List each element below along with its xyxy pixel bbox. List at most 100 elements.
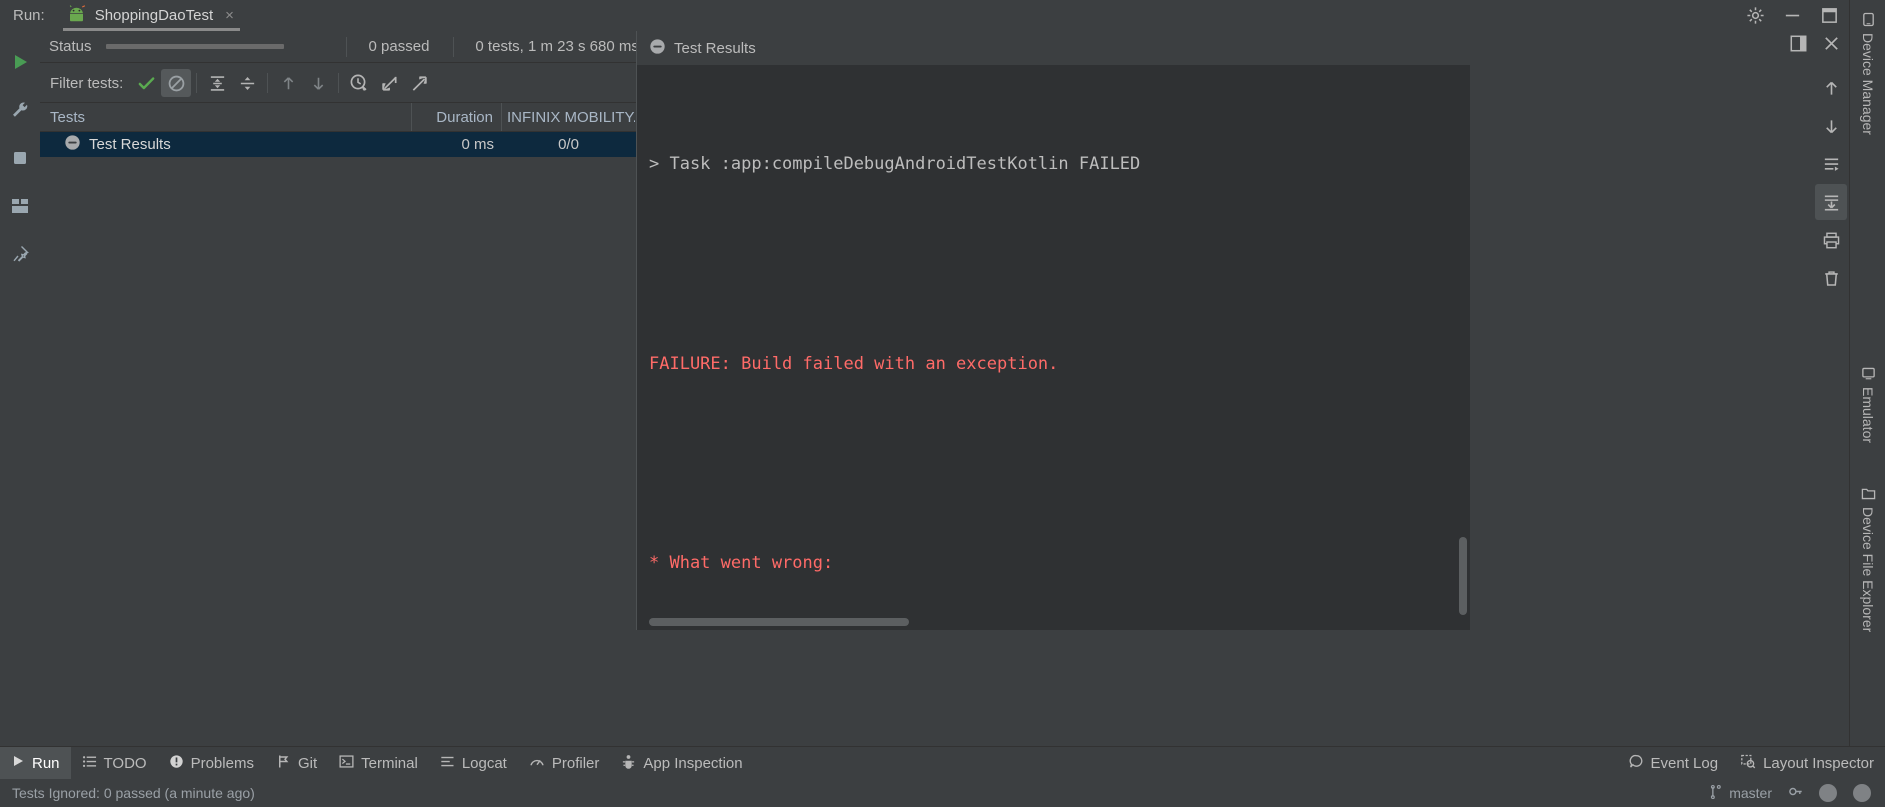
right-tool-rail: Device Manager Emulator Device File Expl… — [1849, 0, 1885, 762]
gear-icon[interactable] — [1746, 6, 1765, 25]
trash-icon — [1824, 270, 1838, 286]
layout-grid-button[interactable] — [0, 182, 40, 230]
previous-failed-test-button[interactable] — [273, 69, 303, 97]
export-tests-button[interactable] — [404, 69, 434, 97]
bottom-tab-profiler[interactable]: Profiler — [518, 747, 611, 780]
bottom-tab-event-log[interactable]: Event Log — [1618, 747, 1730, 780]
stop-button[interactable] — [0, 134, 40, 182]
console-title: Test Results — [674, 39, 756, 57]
console-tool-strip — [1813, 66, 1849, 665]
column-header-device[interactable]: INFINIX MOBILITY... — [502, 103, 635, 131]
bottom-tab-terminal-label: Terminal — [361, 754, 418, 772]
table-row[interactable]: Test Results 0 ms 0/0 — [40, 132, 636, 157]
exclamation-circle-icon — [169, 754, 184, 773]
next-failed-test-button[interactable] — [303, 69, 333, 97]
run-tool-button[interactable] — [0, 38, 40, 86]
run-tab-title: ShoppingDaoTest — [94, 7, 214, 24]
scroll-to-end-button[interactable] — [1815, 184, 1847, 220]
arrow-up-icon — [283, 76, 294, 89]
status-line-text: Tests Ignored: 0 passed (a minute ago) — [12, 785, 255, 801]
device-file-explorer-icon — [1861, 486, 1876, 501]
status-line-right: master — [1709, 784, 1885, 802]
pin-icon — [13, 246, 29, 262]
wrench-icon — [13, 102, 28, 117]
sidebar-item-device-file-explorer[interactable]: Device File Explorer — [1850, 480, 1885, 640]
divider — [267, 73, 269, 93]
bottom-bar-right-group: Event Log Layout Inspector — [1618, 747, 1885, 780]
git-branch-label: master — [1729, 785, 1772, 801]
window-settings-icon[interactable] — [1789, 34, 1808, 57]
bottom-tab-git[interactable]: Git — [265, 747, 328, 780]
console-panel: Test Results > Task :app:compileDebugAnd… — [636, 31, 1470, 630]
close-tab-icon[interactable]: × — [225, 8, 234, 23]
minimize-icon[interactable] — [1783, 6, 1802, 25]
build-tool-button[interactable] — [0, 86, 40, 134]
soft-wrap-button[interactable] — [1815, 146, 1847, 182]
sidebar-item-emulator[interactable]: Emulator — [1850, 360, 1885, 452]
test-name-label: Test Results — [89, 136, 171, 153]
show-passed-tests-button[interactable] — [131, 69, 161, 97]
show-ignored-tests-button[interactable] — [161, 69, 192, 97]
bottom-tab-logcat[interactable]: Logcat — [429, 747, 518, 780]
divider — [196, 73, 198, 93]
collapse-all-icon — [240, 76, 255, 90]
minus-circle-icon — [64, 134, 81, 155]
profiler-icon — [529, 754, 545, 773]
bottom-tab-app-inspection-label: App Inspection — [643, 754, 743, 772]
check-icon — [138, 76, 155, 89]
window-controls — [1719, 0, 1849, 31]
scroll-down-button[interactable] — [1815, 108, 1847, 144]
android-robot-icon — [67, 4, 87, 27]
bottom-tab-todo[interactable]: TODO — [71, 747, 158, 780]
clear-all-button[interactable] — [1815, 260, 1847, 296]
avatar[interactable] — [1853, 784, 1871, 802]
divider — [338, 73, 340, 93]
run-configuration-tab[interactable]: ShoppingDaoTest × — [62, 0, 240, 31]
arrow-down-icon — [1825, 119, 1837, 133]
bottom-tab-terminal[interactable]: Terminal — [328, 747, 429, 780]
bottom-tab-run[interactable]: Run — [0, 746, 71, 780]
inspection-icon — [621, 754, 636, 773]
tool-window-bar: Run TODO Problems Git Terminal Logcat Pr… — [0, 746, 1885, 780]
restore-icon[interactable] — [1820, 6, 1839, 25]
test-device-cell: 0/0 — [558, 136, 579, 153]
divider — [453, 36, 455, 57]
scroll-up-button[interactable] — [1815, 70, 1847, 106]
bottom-tab-event-log-label: Event Log — [1650, 754, 1719, 772]
pin-tab-button[interactable] — [0, 230, 40, 278]
sidebar-item-device-manager[interactable]: Device Manager — [1850, 6, 1885, 135]
column-header-tests[interactable]: Tests — [40, 103, 412, 131]
clock-search-icon — [350, 74, 367, 91]
play-icon — [15, 55, 27, 69]
bottom-tab-logcat-label: Logcat — [461, 754, 507, 772]
collapse-all-button[interactable] — [232, 69, 262, 97]
column-header-duration[interactable]: Duration — [412, 103, 502, 131]
android-studio-window: Run: ShoppingDaoTest × Status 0 passed 0… — [0, 0, 1885, 807]
avatar[interactable] — [1819, 784, 1837, 802]
console-vertical-scrollbar[interactable] — [1459, 537, 1467, 615]
play-icon — [11, 754, 25, 772]
console-line: > Task :app:compileDebugAndroidTestKotli… — [649, 154, 1141, 175]
terminal-icon — [339, 754, 354, 773]
git-branch-indicator[interactable]: master — [1709, 784, 1772, 802]
logcat-icon — [440, 754, 455, 773]
event-log-icon — [1629, 754, 1644, 773]
expand-all-button[interactable] — [202, 69, 232, 97]
test-history-button[interactable] — [344, 69, 374, 97]
console-horizontal-scrollbar[interactable] — [649, 618, 909, 626]
console-output[interactable]: > Task :app:compileDebugAndroidTestKotli… — [636, 65, 1470, 630]
import-tests-button[interactable] — [374, 69, 404, 97]
print-button[interactable] — [1815, 222, 1847, 258]
bottom-tab-layout-inspector[interactable]: Layout Inspector — [1729, 747, 1885, 780]
bottom-tab-problems-label: Problems — [190, 754, 254, 772]
no-entry-icon — [168, 75, 185, 91]
tests-tree-panel: Tests Duration INFINIX MOBILITY... Test … — [40, 102, 636, 630]
lock-icon[interactable] — [1788, 784, 1803, 802]
close-icon[interactable] — [1822, 34, 1841, 57]
bottom-tab-app-inspection[interactable]: App Inspection — [610, 747, 753, 780]
layout-inspector-icon — [1740, 754, 1756, 773]
bottom-tab-problems[interactable]: Problems — [158, 747, 265, 780]
bottom-tab-todo-label: TODO — [103, 754, 147, 772]
status-progress-bar — [105, 44, 284, 49]
